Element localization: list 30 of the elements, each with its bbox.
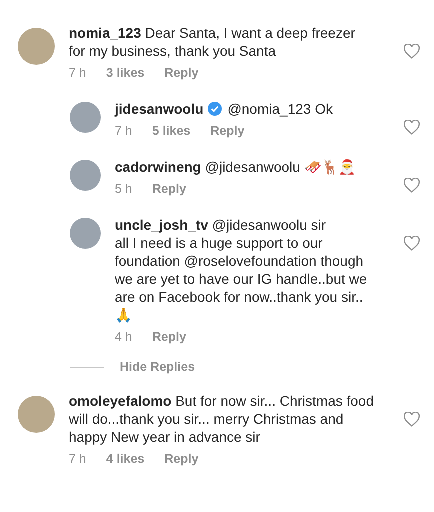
reply-link[interactable]: Reply (210, 124, 245, 138)
reply-link[interactable]: Reply (152, 330, 186, 344)
heart-icon[interactable] (404, 120, 420, 135)
likes-count[interactable]: 4 likes (106, 452, 145, 466)
username[interactable]: jidesanwoolu (115, 101, 204, 117)
likes-count[interactable]: 3 likes (106, 66, 145, 80)
comment-text: nomia_123 Dear Santa, I want a deep freezer for my business, thank you Santa (69, 24, 356, 60)
comment-text: uncle_josh_tv @jidesanwoolu sir all I need is a huge support to our foundation @roselovefoundation though we are yet to have our IG handle..but we are on Facebook for now..thank you sir.. 🙏 (115, 216, 368, 324)
reply-link[interactable]: Reply (152, 182, 186, 196)
avatar-picture[interactable] (70, 160, 101, 191)
comment-time: 7 h (69, 66, 86, 80)
comment-time: 5 h (115, 182, 132, 196)
comment-time: 7 h (115, 124, 132, 138)
heart-icon[interactable] (404, 178, 420, 193)
reply-link[interactable]: Reply (164, 66, 199, 80)
comment-text: cadorwineng @jidesanwoolu 🛷🦌🎅 (115, 158, 356, 176)
avatar-picture[interactable] (18, 396, 55, 433)
comment-time: 4 h (115, 330, 132, 344)
avatar-picture[interactable] (70, 102, 101, 133)
heart-icon[interactable] (404, 44, 420, 59)
avatar-picture[interactable] (70, 218, 101, 249)
likes-count[interactable]: 5 likes (152, 124, 191, 138)
heart-icon[interactable] (404, 236, 420, 251)
comment-time: 7 h (69, 452, 86, 466)
hide-replies-link[interactable]: Hide Replies (120, 360, 196, 374)
reply-link[interactable]: Reply (164, 452, 199, 466)
comment-text: omoleyefalomo But for now sir... Christmas food will do...thank you sir... merry Christmas and happy New year in advance sir (69, 392, 374, 446)
comment-text: @nomia_123 Ok (228, 101, 333, 117)
heart-icon[interactable] (404, 412, 420, 427)
avatar-picture[interactable] (18, 28, 55, 65)
